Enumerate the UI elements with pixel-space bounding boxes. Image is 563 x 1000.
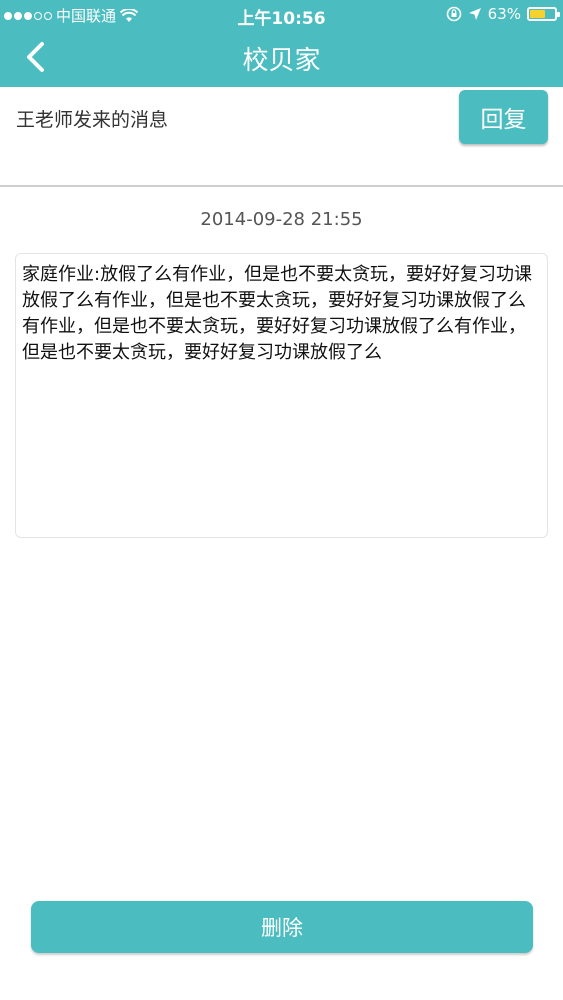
delete-button[interactable]: 删除 <box>31 901 533 953</box>
message-body: 家庭作业:放假了么有作业，但是也不要太贪玩，要好好复习功课放假了么有作业，但是也… <box>22 264 533 363</box>
sender-label: 王老师发来的消息 <box>16 109 169 131</box>
battery-percent: 63% <box>487 5 521 23</box>
message-timestamp: 2014-09-28 21:55 <box>200 209 363 230</box>
battery-fill <box>530 10 546 18</box>
location-arrow-icon <box>468 8 481 20</box>
reply-button[interactable]: 回复 <box>459 90 548 144</box>
header-bar: 中国联通 上午10:56 63% 校贝家 <box>0 0 563 87</box>
page-title: 校贝家 <box>242 46 321 76</box>
message-body-box: 家庭作业:放假了么有作业，但是也不要太贪玩，要好好复习功课放假了么有作业，但是也… <box>15 253 548 538</box>
message-header: 王老师发来的消息 回复 <box>0 87 563 187</box>
battery-icon <box>527 7 560 21</box>
orientation-lock-icon <box>446 6 461 22</box>
status-bar: 中国联通 上午10:56 63% <box>0 0 563 30</box>
status-right: 63% <box>446 5 560 23</box>
